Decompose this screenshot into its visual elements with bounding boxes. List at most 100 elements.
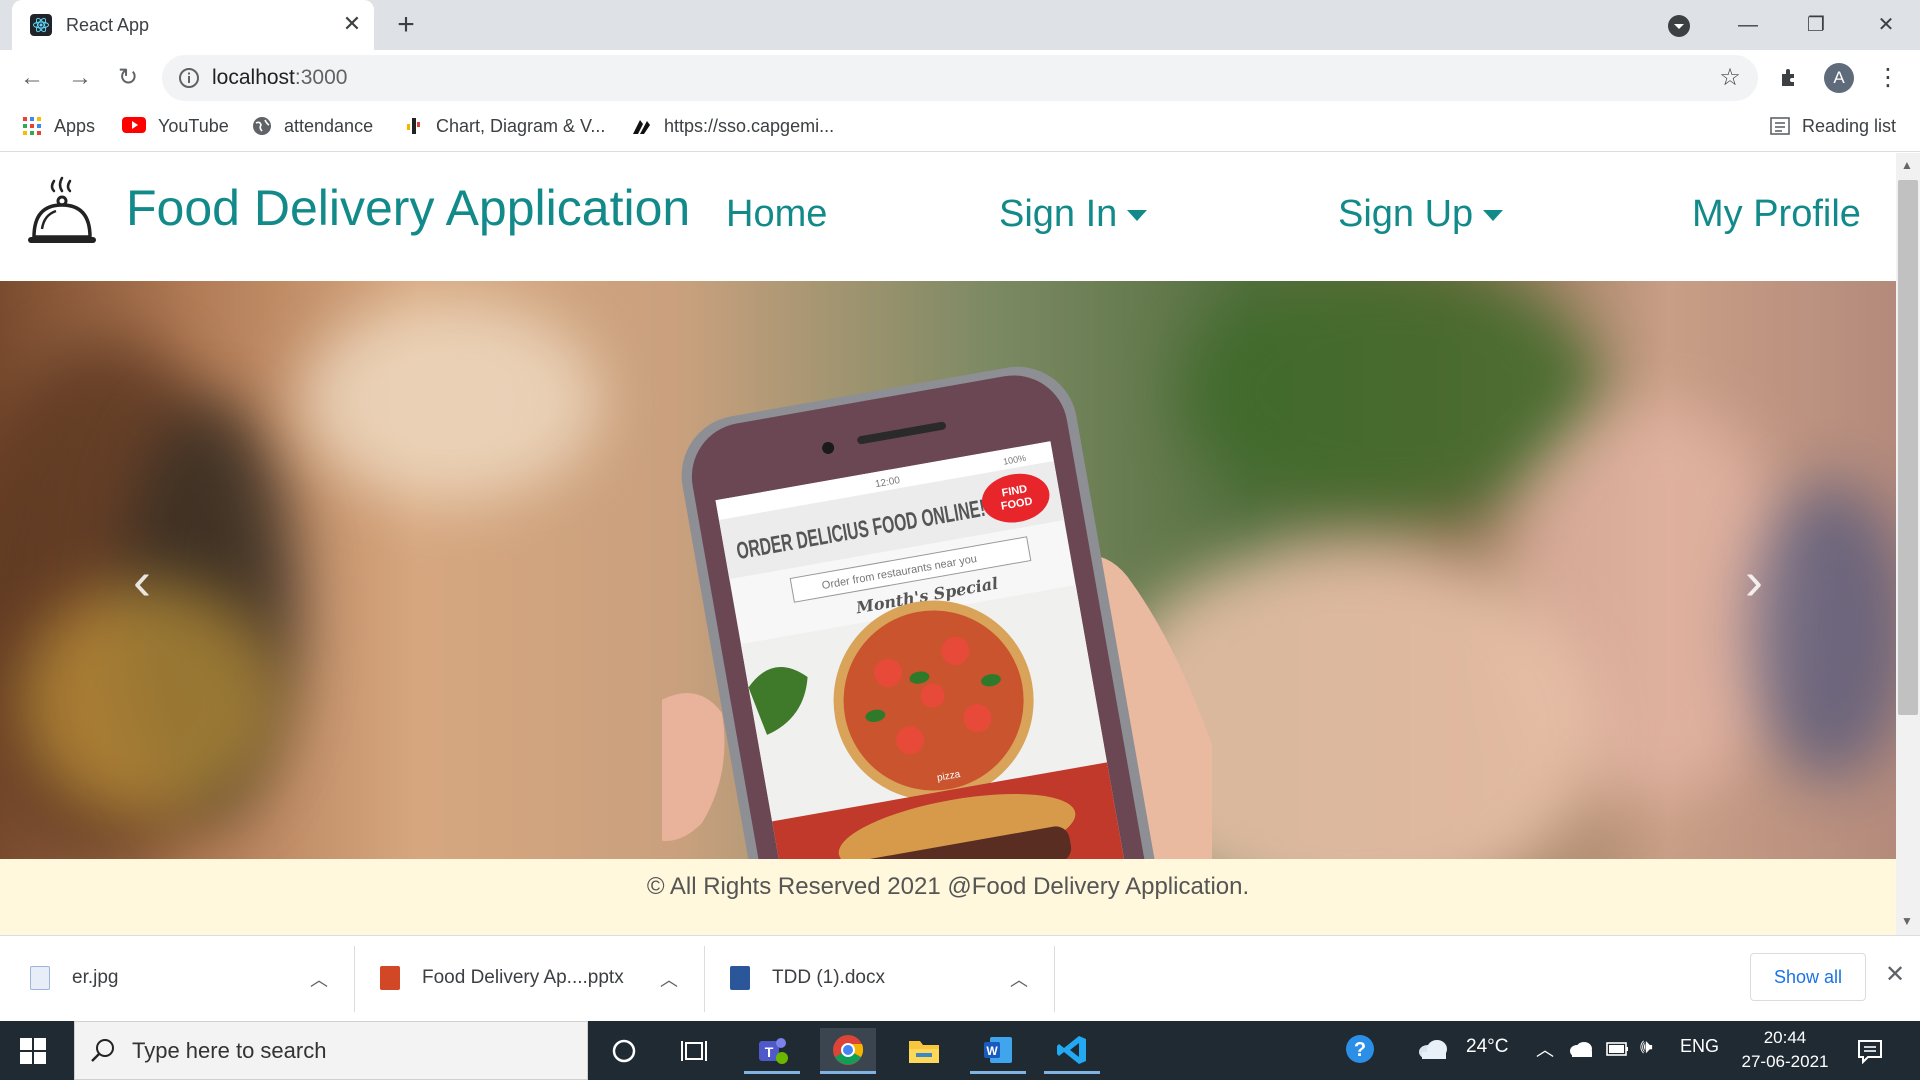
- reading-list-icon: [1770, 116, 1790, 136]
- caret-down-icon: [1483, 210, 1504, 221]
- download-item[interactable]: TDD (1).docx: [730, 935, 1030, 1021]
- reading-list-label: Reading list: [1802, 115, 1897, 136]
- chevron-up-icon[interactable]: ︿: [1010, 966, 1028, 992]
- download-filename: TDD (1).docx: [772, 967, 885, 988]
- youtube-icon: [122, 116, 146, 136]
- forward-button[interactable]: →: [64, 62, 96, 94]
- close-downloads-icon[interactable]: ✕: [1880, 960, 1910, 990]
- search-icon: [90, 1037, 116, 1063]
- chrome-taskbar-icon[interactable]: [820, 1028, 876, 1074]
- restore-button[interactable]: ❐: [1796, 8, 1836, 42]
- minimize-button[interactable]: —: [1728, 8, 1768, 42]
- download-filename: Food Delivery Ap....pptx: [422, 967, 624, 988]
- download-filename: er.jpg: [72, 967, 119, 988]
- task-view-icon[interactable]: [666, 1028, 722, 1074]
- bookmark-label: attendance: [284, 115, 374, 136]
- file-explorer-icon[interactable]: [896, 1028, 952, 1074]
- nav-sign-up-dropdown[interactable]: Sign Up: [1338, 193, 1504, 236]
- browser-tab[interactable]: React App ✕: [12, 0, 374, 50]
- url-port: :3000: [294, 66, 348, 89]
- carousel-next-button[interactable]: ›: [1734, 551, 1774, 611]
- svg-text:W: W: [986, 1044, 998, 1058]
- language-indicator[interactable]: ENG: [1680, 1036, 1719, 1057]
- bookmark-capgemini[interactable]: https://sso.capgemi...: [630, 114, 834, 138]
- help-icon[interactable]: ?: [1344, 1033, 1378, 1067]
- phone-illustration: 12:00 100% ORDER DELICIUS FOOD ONLINE! F…: [662, 366, 1212, 859]
- clock-time: 20:44: [1763, 1028, 1807, 1047]
- bookmark-label: YouTube: [158, 115, 229, 136]
- bookmark-apps[interactable]: Apps: [22, 114, 95, 138]
- svg-text:?: ?: [1354, 1039, 1366, 1061]
- bookmark-label: Apps: [54, 115, 96, 136]
- onedrive-cloud-icon[interactable]: [1568, 1040, 1594, 1058]
- app-brand-title[interactable]: Food Delivery Application: [126, 179, 690, 237]
- clock-date: 27-06-2021: [1741, 1052, 1829, 1071]
- cortana-icon[interactable]: [596, 1028, 652, 1074]
- scroll-up-arrow-icon[interactable]: ▲: [1901, 158, 1913, 172]
- close-window-button[interactable]: ✕: [1866, 8, 1906, 42]
- nav-home-label: Home: [726, 193, 828, 235]
- capgemini-icon: [630, 116, 652, 136]
- show-hidden-icons-chevron-icon[interactable]: ︿: [1536, 1036, 1554, 1062]
- bookmark-chart-diagram[interactable]: Chart, Diagram & V...: [404, 114, 605, 138]
- weather-temperature[interactable]: 24°C: [1466, 1036, 1508, 1058]
- page-footer: © All Rights Reserved 2021 @Food Deliver…: [0, 859, 1896, 935]
- vscode-taskbar-icon[interactable]: [1044, 1028, 1100, 1074]
- url-text[interactable]: localhost:3000: [212, 66, 347, 90]
- taskbar-search-placeholder: Type here to search: [132, 1038, 327, 1063]
- browser-menu-icon[interactable]: ⋮: [1872, 62, 1904, 94]
- chart-icon: [404, 116, 424, 136]
- taskbar-clock[interactable]: 20:44 27-06-2021: [1730, 1026, 1840, 1074]
- new-tab-button[interactable]: +: [390, 10, 422, 42]
- page-viewport: Food Delivery Application Home Sign In S…: [0, 153, 1896, 935]
- hero-carousel: 12:00 100% ORDER DELICIUS FOOD ONLINE! F…: [0, 281, 1896, 859]
- reading-list-button[interactable]: Reading list: [1770, 114, 1896, 138]
- nav-my-profile-label: My Profile: [1692, 193, 1861, 235]
- site-info-icon[interactable]: [178, 67, 200, 89]
- tab-title: React App: [66, 15, 150, 35]
- tab-search-icon[interactable]: [1665, 12, 1693, 40]
- nav-home[interactable]: Home: [726, 193, 827, 236]
- bookmark-attendance[interactable]: attendance: [252, 114, 373, 138]
- tab-close-icon[interactable]: ✕: [338, 10, 366, 38]
- react-favicon-icon: [30, 14, 52, 36]
- word-taskbar-icon[interactable]: W: [970, 1028, 1026, 1074]
- profile-avatar[interactable]: A: [1824, 63, 1854, 93]
- address-bar[interactable]: [162, 55, 1758, 101]
- teams-taskbar-icon[interactable]: T: [744, 1028, 800, 1074]
- download-separator: [354, 946, 355, 1012]
- bookmark-star-icon[interactable]: ☆: [1714, 62, 1746, 94]
- svg-text:T: T: [765, 1044, 774, 1060]
- show-all-downloads-button[interactable]: Show all: [1750, 953, 1866, 1001]
- battery-icon[interactable]: [1606, 1041, 1630, 1057]
- pptx-file-icon: [380, 966, 400, 990]
- globe-icon: [252, 116, 272, 136]
- chevron-up-icon[interactable]: ︿: [310, 966, 328, 992]
- image-file-icon: [30, 966, 50, 990]
- bookmark-label: https://sso.capgemi...: [664, 115, 835, 136]
- bookmark-label: Chart, Diagram & V...: [436, 115, 606, 136]
- carousel-prev-button[interactable]: ‹: [122, 551, 162, 611]
- volume-icon[interactable]: 🕪: [1640, 1036, 1653, 1059]
- scroll-down-arrow-icon[interactable]: ▼: [1901, 914, 1913, 928]
- notifications-icon[interactable]: [1856, 1038, 1884, 1065]
- windows-start-icon[interactable]: [20, 1038, 46, 1064]
- download-separator: [1054, 946, 1055, 1012]
- bookmark-youtube[interactable]: YouTube: [122, 114, 229, 138]
- docx-file-icon: [730, 966, 750, 990]
- cloche-logo-icon[interactable]: [24, 175, 100, 257]
- back-button[interactable]: ←: [16, 62, 48, 94]
- reload-button[interactable]: ↻: [112, 62, 144, 94]
- weather-cloud-icon[interactable]: [1416, 1038, 1450, 1062]
- app-navbar: Food Delivery Application Home Sign In S…: [0, 153, 1896, 281]
- chevron-up-icon[interactable]: ︿: [660, 966, 678, 992]
- nav-sign-in-dropdown[interactable]: Sign In: [999, 193, 1148, 236]
- download-separator: [704, 946, 705, 1012]
- nav-sign-in-label: Sign In: [999, 193, 1118, 235]
- nav-my-profile[interactable]: My Profile: [1692, 193, 1861, 236]
- download-item[interactable]: Food Delivery Ap....pptx: [380, 935, 680, 1021]
- download-item[interactable]: er.jpg: [30, 935, 330, 1021]
- extensions-icon[interactable]: [1778, 66, 1802, 90]
- apps-grid-icon: [22, 116, 42, 136]
- scrollbar-thumb[interactable]: [1898, 180, 1918, 715]
